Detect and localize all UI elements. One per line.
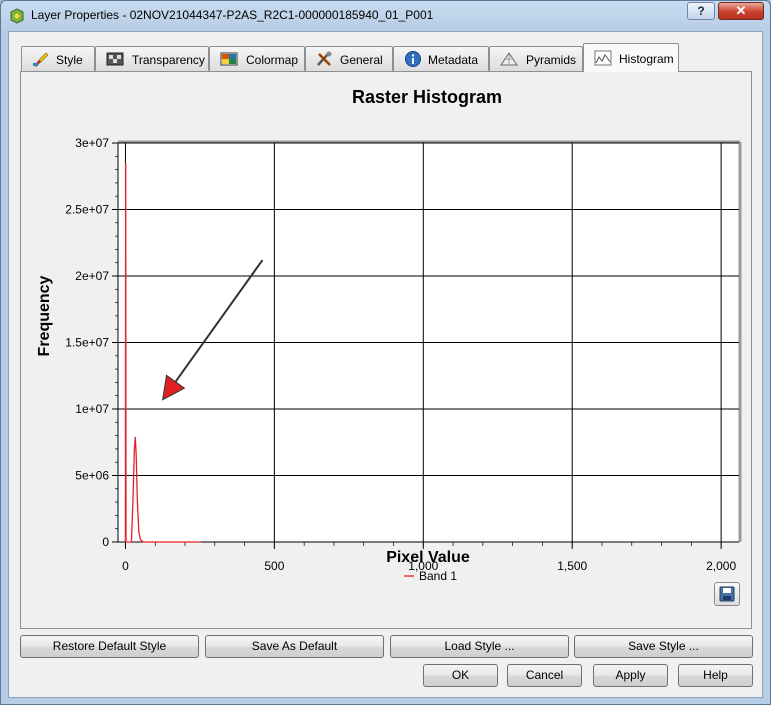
load-style-button[interactable]: Load Style ... bbox=[390, 635, 569, 658]
title-bar[interactable]: Layer Properties - 02NOV21044347-P2AS_R2… bbox=[1, 1, 770, 31]
tab-general-label: General bbox=[340, 53, 383, 67]
save-histogram-button[interactable] bbox=[714, 582, 740, 606]
title-close-button[interactable]: ✕ bbox=[718, 2, 764, 20]
histogram-chart: Raster Histogram Frequency Pixel Value 0… bbox=[36, 87, 742, 583]
style-brush-icon bbox=[33, 52, 49, 67]
qgis-app-icon bbox=[10, 8, 24, 24]
tab-style[interactable]: Style bbox=[21, 46, 95, 71]
tab-metadata-label: Metadata bbox=[428, 53, 479, 67]
apply-button[interactable]: Apply bbox=[593, 664, 668, 687]
help-button[interactable]: Help bbox=[678, 664, 753, 687]
tab-bar: Style Transparency Colormap General Meta… bbox=[21, 43, 761, 72]
tab-transparency[interactable]: Transparency bbox=[95, 46, 209, 71]
cancel-button[interactable]: Cancel bbox=[507, 664, 582, 687]
layer-properties-window: Layer Properties - 02NOV21044347-P2AS_R2… bbox=[0, 0, 771, 705]
tab-colormap-label: Colormap bbox=[246, 53, 299, 67]
y-tick-label: 3e+07 bbox=[75, 136, 109, 150]
save-style-button[interactable]: Save Style ... bbox=[574, 635, 753, 658]
y-tick-label: 0 bbox=[102, 535, 109, 549]
chart-grid bbox=[117, 140, 742, 543]
transparency-icon bbox=[106, 52, 124, 66]
tab-metadata[interactable]: Metadata bbox=[393, 46, 489, 71]
histogram-panel: Raster Histogram Frequency Pixel Value 0… bbox=[20, 71, 752, 629]
restore-default-style-button[interactable]: Restore Default Style bbox=[20, 635, 199, 658]
tools-icon bbox=[317, 51, 332, 66]
tab-style-label: Style bbox=[56, 53, 83, 67]
tab-pyramids-label: Pyramids bbox=[526, 53, 577, 67]
title-help-button[interactable]: ? bbox=[687, 2, 715, 20]
histogram-icon bbox=[594, 50, 612, 66]
save-as-default-button[interactable]: Save As Default bbox=[205, 635, 384, 658]
y-tick-label: 1.5e+07 bbox=[65, 336, 109, 350]
y-tick-label: 5e+06 bbox=[75, 469, 109, 483]
floppy-disk-icon bbox=[719, 586, 735, 602]
tab-histogram[interactable]: Histogram bbox=[583, 43, 679, 72]
pyramid-icon bbox=[500, 52, 518, 66]
y-tick-label: 2.5e+07 bbox=[65, 203, 109, 217]
x-tick-label: 0 bbox=[122, 559, 129, 573]
tab-colormap[interactable]: Colormap bbox=[209, 46, 305, 71]
y-tick-label: 1e+07 bbox=[75, 402, 109, 416]
ok-button[interactable]: OK bbox=[423, 664, 498, 687]
tab-histogram-label: Histogram bbox=[619, 52, 674, 66]
chart-title: Raster Histogram bbox=[352, 87, 502, 107]
dialog-client-area: Style Transparency Colormap General Meta… bbox=[8, 31, 763, 698]
colormap-icon bbox=[220, 52, 238, 66]
x-tick-label: 2,000 bbox=[706, 559, 736, 573]
y-tick-labels: 0 5e+06 1e+07 1.5e+07 2e+07 2.5e+07 3e+07 bbox=[65, 136, 119, 549]
window-title: Layer Properties - 02NOV21044347-P2AS_R2… bbox=[31, 8, 434, 22]
legend-label: Band 1 bbox=[419, 569, 457, 583]
x-tick-label: 1,500 bbox=[557, 559, 587, 573]
x-tick-label: 500 bbox=[264, 559, 284, 573]
tab-general[interactable]: General bbox=[305, 46, 393, 71]
y-axis-title: Frequency bbox=[36, 275, 53, 356]
y-tick-label: 2e+07 bbox=[75, 269, 109, 283]
tab-transparency-label: Transparency bbox=[132, 53, 205, 67]
info-icon bbox=[405, 51, 421, 67]
tab-pyramids[interactable]: Pyramids bbox=[489, 46, 583, 71]
